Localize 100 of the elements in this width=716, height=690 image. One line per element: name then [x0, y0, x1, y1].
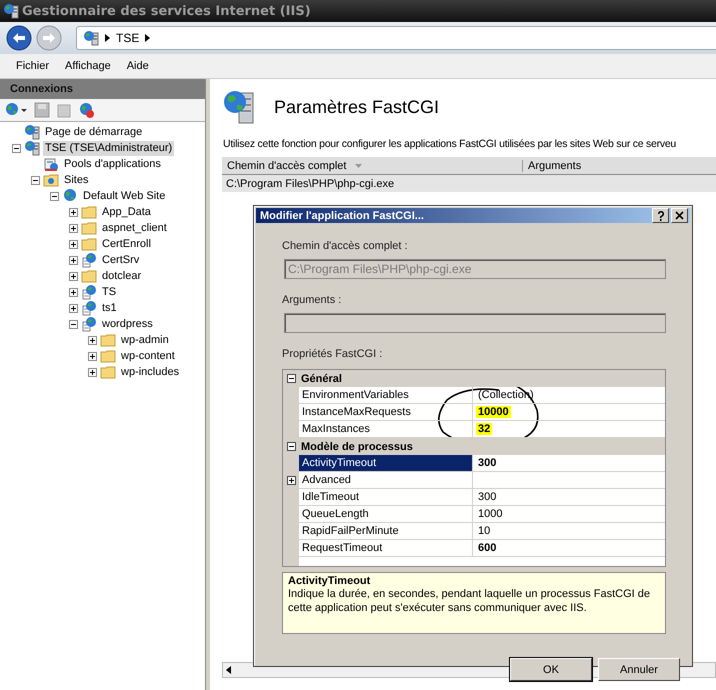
tree-item[interactable]: ts1 [100, 300, 119, 316]
breadcrumb-item[interactable]: TSE [116, 31, 140, 45]
property-category[interactable]: Général [299, 370, 665, 387]
close-icon [675, 211, 684, 220]
tree-item[interactable]: Page de démarrage [43, 124, 144, 140]
server-globe-icon [24, 140, 40, 156]
dialog-button[interactable]: Annuler [598, 658, 680, 681]
property-name[interactable]: RequestTimeout [299, 540, 473, 557]
expand-icon[interactable] [88, 352, 97, 360]
property-value[interactable]: 10000 [476, 406, 511, 418]
globe-page-icon [81, 316, 97, 332]
tree-item[interactable]: aspnet_client [100, 220, 169, 236]
folder-icon [100, 364, 116, 380]
property-value[interactable]: 300 [476, 457, 498, 469]
folder-icon [81, 268, 97, 284]
field-label: Chemin d'accès complet : [282, 240, 409, 254]
connect-globe-icon[interactable] [4, 102, 28, 118]
disconnect-globe-icon[interactable] [78, 102, 94, 118]
collapse-icon[interactable] [50, 192, 59, 200]
help-button[interactable] [652, 208, 669, 223]
menu-item[interactable]: Affichage [59, 58, 117, 74]
page-description: Utilisez cette fonction pour configurer les applications FastCGI utilisées par les sites Web sur ce serveu [222, 137, 678, 152]
tree-item[interactable]: wordpress [100, 316, 155, 332]
tree-item[interactable]: wp-admin [119, 332, 171, 348]
server-globe-icon [24, 124, 40, 140]
page-title: Paramètres FastCGI [274, 96, 440, 118]
tree-item[interactable]: CertSrv [100, 252, 142, 268]
help-icon [656, 210, 664, 220]
description-text: Indique la durée, en secondes, pendant laquelle un processus FastCGI de cette application peut s'exécuter sans communiquer avec IIS. [288, 587, 652, 615]
collapse-icon[interactable] [286, 374, 296, 383]
expand-icon[interactable] [88, 368, 97, 376]
property-name[interactable]: EnvironmentVariables [299, 387, 473, 404]
tree-item[interactable]: wp-content [119, 348, 177, 364]
property-value[interactable]: 1000 [476, 508, 504, 520]
collapse-icon[interactable] [31, 176, 40, 184]
expand-icon[interactable] [69, 272, 78, 280]
table-cell-text: C:\Program Files\PHP\php-cgi.exe [225, 178, 396, 190]
breadcrumb-arrow-icon[interactable] [145, 34, 150, 42]
collapse-icon[interactable] [12, 144, 21, 152]
back-button[interactable] [6, 25, 32, 51]
expand-icon[interactable] [69, 304, 78, 312]
server-globe-icon [83, 30, 99, 46]
window-title: Gestionnaire des services Internet (IIS) [22, 4, 311, 18]
expand-icon[interactable] [69, 240, 78, 248]
expand-icon[interactable] [69, 208, 78, 216]
property-value[interactable]: 300 [476, 491, 498, 503]
breadcrumb-arrow-icon[interactable] [105, 34, 110, 42]
tree-item[interactable]: Sites [62, 172, 90, 188]
clipboard-icon[interactable] [56, 102, 72, 118]
panel-title: Connexions [10, 83, 73, 95]
property-name[interactable]: ActivityTimeout [299, 455, 473, 472]
close-button[interactable] [671, 208, 688, 223]
property-name[interactable]: InstanceMaxRequests [299, 404, 473, 421]
tree-item[interactable]: wp-includes [119, 364, 182, 380]
globe-page-icon [81, 284, 97, 300]
property-grid[interactable] [282, 369, 666, 567]
property-category[interactable]: Modèle de processus [299, 438, 665, 455]
tree-item[interactable]: TS [100, 284, 118, 300]
arguments-field[interactable] [284, 313, 666, 333]
column-header-label: Chemin d'accès complet [227, 160, 346, 172]
folder-icon [81, 236, 97, 252]
menu-item[interactable]: Fichier [10, 58, 56, 74]
property-name[interactable]: IdleTimeout [299, 489, 473, 506]
save-icon[interactable] [34, 102, 50, 118]
property-value[interactable]: 10 [476, 525, 492, 537]
expand-icon[interactable] [69, 288, 78, 296]
expand-icon[interactable] [286, 476, 296, 485]
globe-page-icon [81, 252, 97, 268]
field-label: Arguments : [282, 294, 342, 308]
tree-item[interactable]: TSE (TSE\Administrateur) [43, 140, 174, 156]
tree-item[interactable]: dotclear [100, 268, 144, 284]
folder-icon [100, 332, 116, 348]
property-value[interactable]: 600 [476, 542, 498, 554]
app-icon [3, 3, 19, 19]
expand-icon[interactable] [69, 224, 78, 232]
property-value[interactable]: 32 [476, 423, 492, 435]
dialog-title: Modifier l'application FastCGI... [260, 210, 425, 222]
tree-item[interactable]: Default Web Site [81, 188, 168, 204]
expand-icon[interactable] [88, 336, 97, 344]
field-label: Propriétés FastCGI : [282, 348, 384, 362]
property-name[interactable]: RapidFailPerMinute [299, 523, 473, 540]
folder-icon [81, 220, 97, 236]
table-row[interactable]: C:\Program Files\PHP\php-cgi.exe [222, 175, 716, 192]
property-name[interactable]: Advanced [299, 472, 473, 489]
dialog-button[interactable]: OK [510, 658, 592, 681]
property-name[interactable]: QueueLength [299, 506, 473, 523]
application-pool-icon [43, 156, 59, 172]
column-header[interactable]: Chemin d'accès complet [222, 160, 523, 172]
address-bar[interactable]: TSE [76, 26, 716, 50]
folder-icon [81, 204, 97, 220]
expand-icon[interactable] [69, 256, 78, 264]
tree-item[interactable]: App_Data [100, 204, 153, 220]
tree-item[interactable]: Pools d'applications [62, 156, 163, 172]
collapse-icon[interactable] [69, 320, 78, 328]
tree-item[interactable]: CertEnroll [100, 236, 153, 252]
collapse-icon[interactable] [286, 442, 296, 451]
menu-item[interactable]: Aide [120, 58, 155, 74]
folder-icon [100, 348, 116, 364]
sort-arrow-icon [354, 164, 362, 168]
description-title: ActivityTimeout [288, 575, 372, 587]
